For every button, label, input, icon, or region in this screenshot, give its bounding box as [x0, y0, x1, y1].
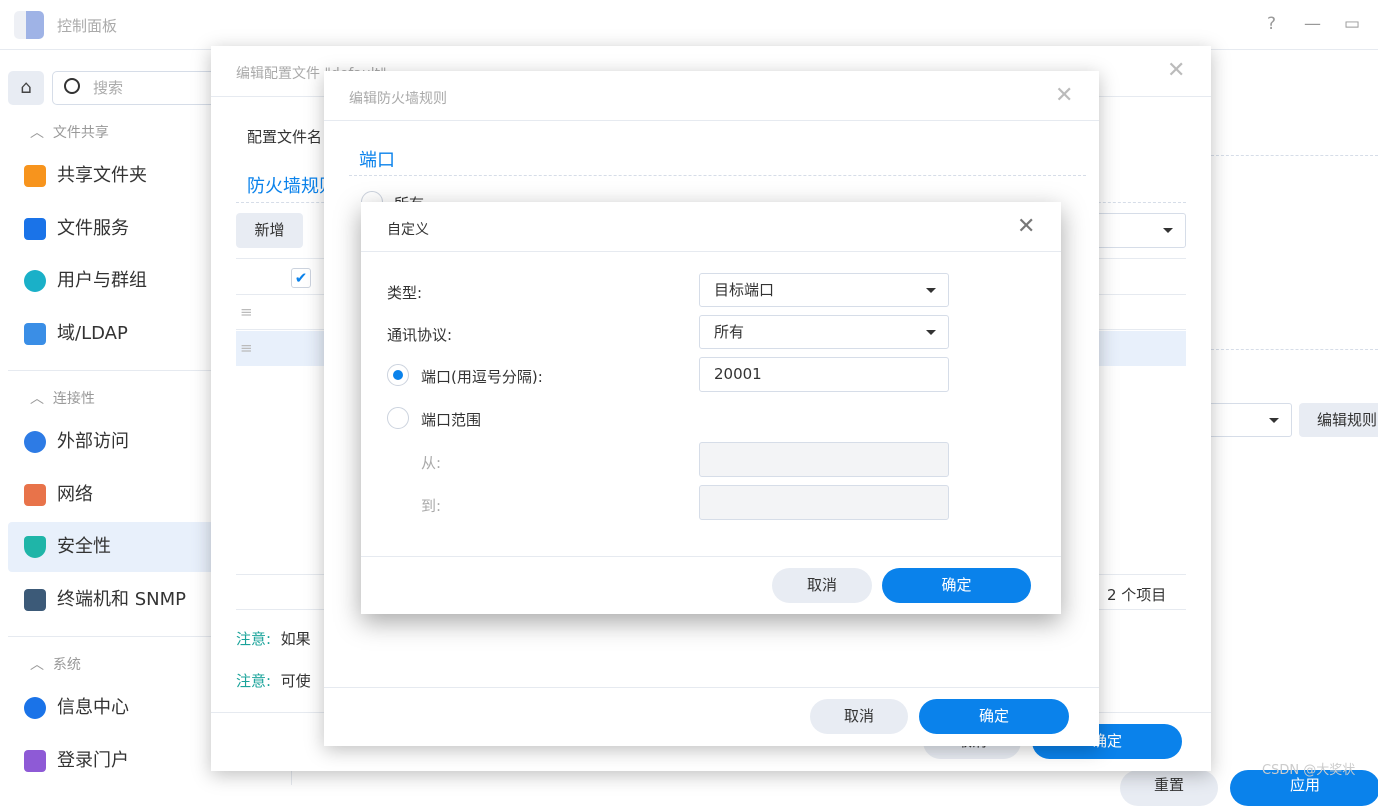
cancel-button[interactable]: 取消	[810, 699, 908, 734]
port-heading: 端口	[359, 150, 395, 171]
profile-name-label: 配置文件名	[247, 128, 323, 146]
select-all-checkbox[interactable]: ✔	[291, 268, 311, 288]
section-system[interactable]: ︿ 系统	[30, 654, 81, 674]
from-label: 从:	[421, 454, 442, 472]
external-access-icon	[24, 431, 46, 453]
minimize-icon[interactable]: —	[1304, 14, 1321, 34]
from-input[interactable]	[699, 442, 949, 477]
note-label: 注意:	[236, 672, 272, 690]
info-icon	[24, 697, 46, 719]
control-panel-icon	[14, 11, 44, 39]
port-range-radio[interactable]	[387, 407, 409, 429]
to-label: 到:	[421, 497, 442, 515]
add-button[interactable]: 新增	[236, 213, 303, 248]
drag-handle-icon: ≡	[240, 303, 253, 321]
section-connectivity[interactable]: ︿ 连接性	[30, 388, 95, 408]
ok-button[interactable]: 确定	[919, 699, 1069, 734]
type-select[interactable]: 目标端口	[699, 273, 949, 307]
section-file-sharing[interactable]: ︿ 文件共享	[30, 122, 109, 142]
close-icon[interactable]: ✕	[1167, 58, 1185, 83]
cancel-button[interactable]: 取消	[772, 568, 872, 603]
to-input[interactable]	[699, 485, 949, 520]
home-button[interactable]: ⌂	[8, 71, 44, 105]
port-list-radio[interactable]	[387, 364, 409, 386]
ldap-icon	[24, 323, 46, 345]
close-icon[interactable]: ✕	[1055, 83, 1073, 108]
shield-icon	[24, 536, 46, 558]
close-icon[interactable]: ✕	[1017, 214, 1035, 239]
item-count: 2 个项目	[1107, 586, 1167, 604]
folder-icon	[24, 165, 46, 187]
custom-port-dialog: 自定义 ✕ 类型: 目标端口 通讯协议: 所有 端口(用逗号分隔): 20001…	[361, 202, 1061, 614]
note-label: 注意:	[236, 630, 272, 648]
watermark: CSDN @大奖状	[1262, 763, 1356, 778]
dialog-title: 自定义	[387, 222, 429, 238]
divider	[1211, 155, 1378, 156]
protocol-select[interactable]: 所有	[699, 315, 949, 349]
file-services-icon	[24, 218, 46, 240]
search-icon	[64, 78, 80, 94]
ok-button[interactable]: 确定	[882, 568, 1031, 603]
port-range-label: 端口范围	[421, 411, 482, 429]
port-list-label: 端口(用逗号分隔):	[421, 368, 543, 386]
type-label: 类型:	[387, 284, 423, 302]
login-portal-icon	[24, 750, 46, 772]
terminal-icon	[24, 589, 46, 611]
note-text: 如果	[280, 630, 311, 648]
drag-handle-icon: ≡	[240, 339, 253, 357]
network-icon	[24, 484, 46, 506]
port-input[interactable]: 20001	[699, 357, 949, 392]
divider	[1211, 349, 1378, 350]
note-text: 可使	[280, 672, 311, 690]
dialog-title: 编辑防火墙规则	[349, 91, 447, 107]
reset-button[interactable]: 重置	[1120, 770, 1218, 806]
maximize-icon[interactable]: ▭	[1344, 14, 1360, 34]
title-bar	[0, 0, 1378, 50]
protocol-label: 通讯协议:	[387, 326, 453, 344]
help-icon[interactable]: ?	[1267, 14, 1276, 34]
edit-rules-button[interactable]: 编辑规则	[1299, 403, 1378, 437]
app-title: 控制面板	[57, 17, 118, 35]
users-icon	[24, 270, 46, 292]
